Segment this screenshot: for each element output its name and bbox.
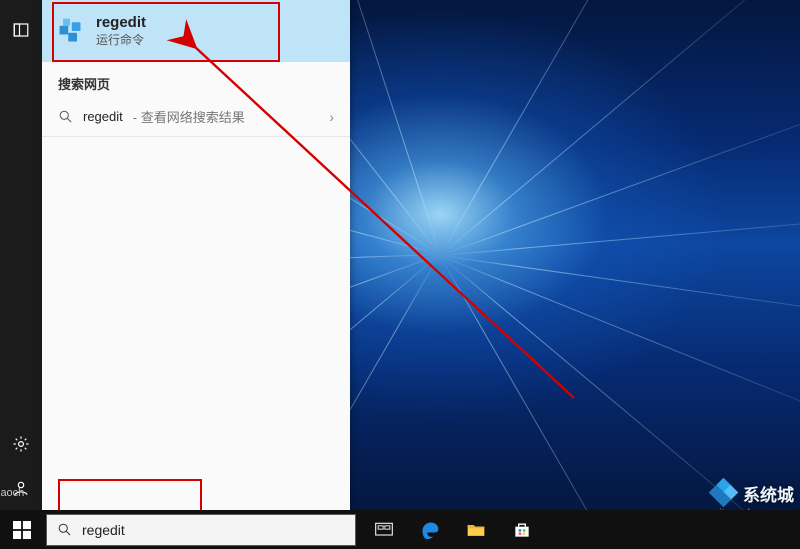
edge-icon — [420, 520, 440, 540]
divider — [42, 136, 350, 137]
search-icon — [57, 522, 72, 537]
best-match-text: regedit 运行命令 — [96, 14, 146, 48]
search-results-panel: regedit 运行命令 搜索网页 regedit - 查看网络搜索结果 › — [42, 0, 350, 510]
taskbar-pinned-apps — [374, 510, 532, 549]
best-match-subtitle: 运行命令 — [96, 31, 146, 48]
gear-icon — [12, 435, 30, 453]
screenshot-root: iaoch regedit 运行命令 搜索网页 regedit - 查看网络搜索… — [0, 0, 800, 549]
rail-settings-button[interactable] — [0, 422, 42, 466]
best-match-title: regedit — [96, 14, 146, 31]
left-watermark-text: iaoch — [0, 487, 24, 499]
taskbar — [0, 510, 800, 549]
task-view-button[interactable] — [374, 520, 394, 540]
web-search-result[interactable]: regedit - 查看网络搜索结果 › — [42, 99, 350, 134]
section-label-web: 搜索网页 — [42, 62, 350, 99]
task-view-icon — [374, 520, 394, 540]
panel-icon — [12, 21, 30, 39]
chevron-right-icon: › — [329, 109, 334, 125]
file-explorer-button[interactable] — [466, 520, 486, 540]
web-result-suffix: - 查看网络搜索结果 — [133, 107, 245, 126]
start-button[interactable] — [0, 510, 44, 549]
store-icon — [512, 520, 532, 540]
taskbar-search-input[interactable] — [80, 521, 345, 539]
search-icon — [58, 109, 73, 124]
rail-panel-button[interactable] — [0, 8, 42, 52]
edge-button[interactable] — [420, 520, 440, 540]
best-match-item[interactable]: regedit 运行命令 — [42, 0, 350, 62]
windows-logo-icon — [13, 521, 31, 539]
taskbar-search-box[interactable] — [46, 514, 356, 546]
watermark: 系统城 — [711, 480, 794, 506]
start-rail — [0, 0, 42, 510]
regedit-icon — [56, 17, 84, 45]
folder-icon — [466, 520, 486, 540]
web-result-query: regedit — [83, 109, 123, 124]
store-button[interactable] — [512, 520, 532, 540]
watermark-text: 系统城 — [743, 481, 794, 506]
